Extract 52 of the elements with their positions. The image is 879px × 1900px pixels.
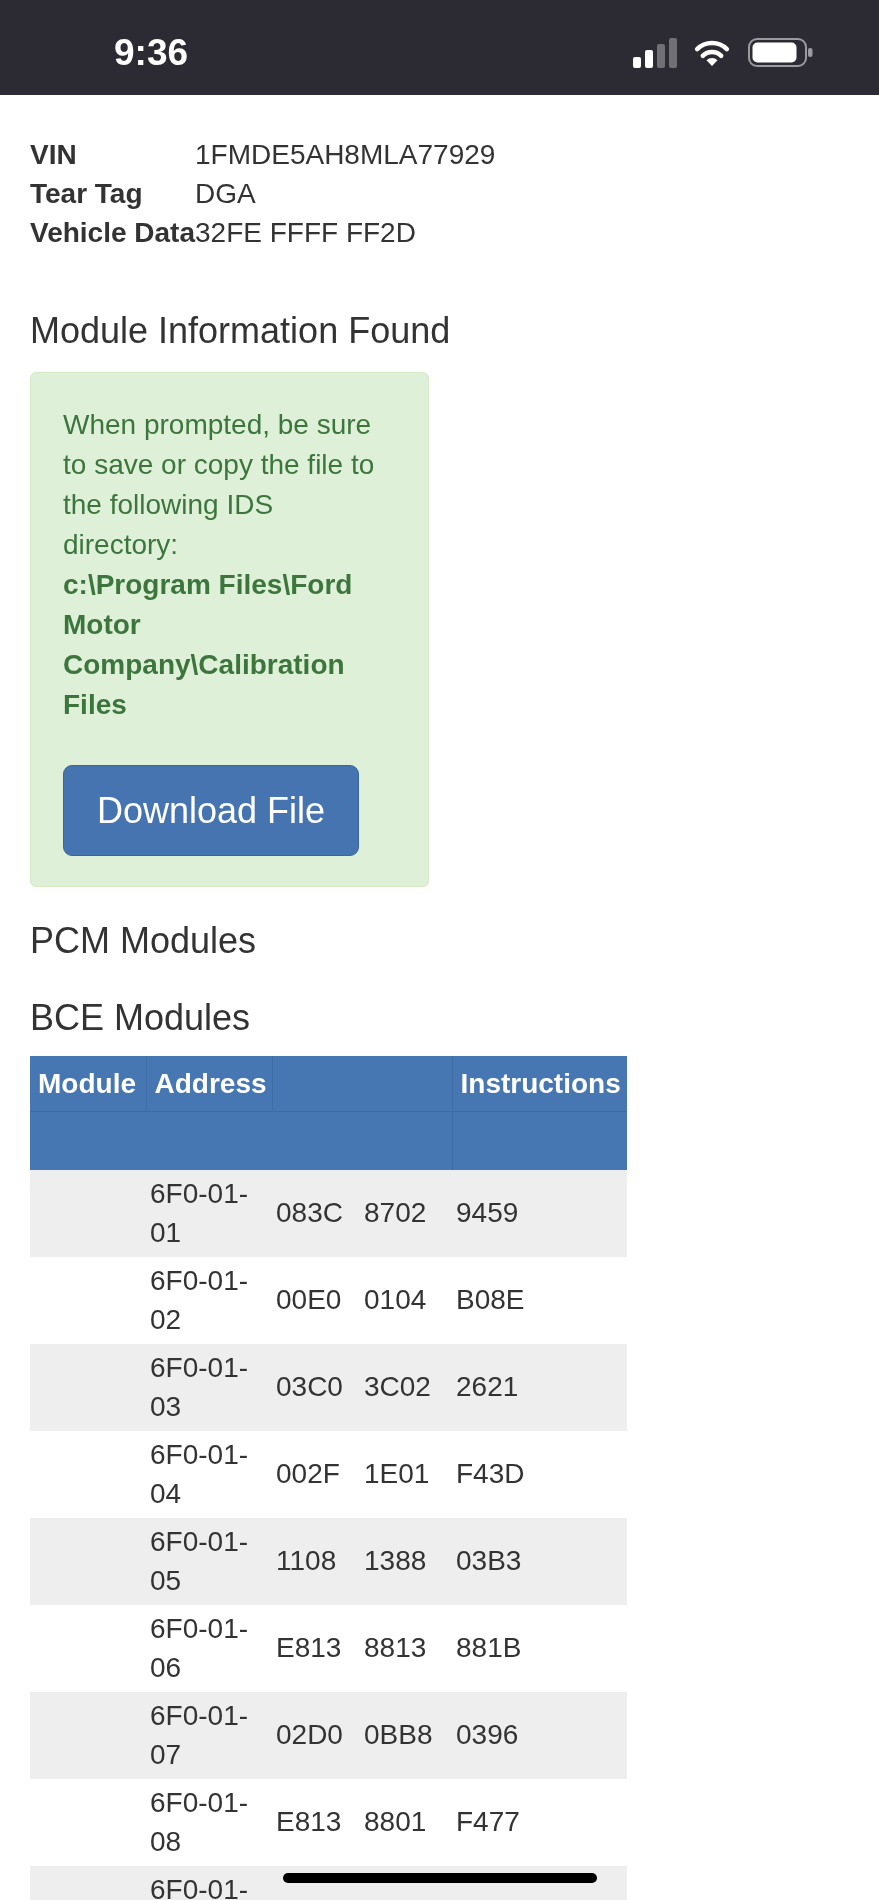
table-cell: 6F0-01-05 — [146, 1517, 272, 1605]
section-heading: Module Information Found — [30, 311, 451, 351]
field-value: 1FMDE5AH8MLA77929 — [195, 138, 496, 172]
table-cell: E813 — [272, 1604, 360, 1692]
table-cell: F43D — [452, 1430, 627, 1518]
table-cell: 00E0 — [272, 1256, 360, 1344]
table-cell: 3C02 — [360, 1343, 452, 1431]
table-cell: 6F0-01-07 — [146, 1691, 272, 1779]
table-cell: 6F0-01-04 — [146, 1430, 272, 1518]
table-cell: 0396 — [452, 1691, 627, 1779]
directory-path: c:\Program Files\Ford Motor Company\Calibration Files — [63, 568, 354, 722]
column-header: Instructions — [452, 1056, 627, 1112]
table-cell: 2621 — [452, 1343, 627, 1431]
table-cell: 1E01 — [360, 1430, 452, 1518]
column-header: Address — [146, 1056, 272, 1112]
column-header: Module — [30, 1056, 146, 1112]
table-cell: 0BB8 — [360, 1691, 452, 1779]
field-label: Tear Tag — [30, 177, 143, 211]
table-cell: 9459 — [452, 1169, 627, 1257]
table-cell: 1108 — [272, 1517, 360, 1605]
table-cell: 03B3 — [452, 1517, 627, 1605]
time-label: 9:36 — [114, 34, 189, 71]
table-cell: E813 — [272, 1778, 360, 1866]
table-cell: 002F — [272, 1430, 360, 1518]
table-cell: 6F0-01- — [146, 1865, 272, 1900]
table-cell: 8813 — [360, 1604, 452, 1692]
section-heading: BCE Modules — [30, 998, 251, 1038]
table-cell: 6F0-01-06 — [146, 1604, 272, 1692]
field-value: 32FE FFFF FF2D — [195, 216, 416, 250]
field-label: Vehicle Data — [30, 216, 195, 250]
table-cell: 6F0-01-01 — [146, 1169, 272, 1257]
table-cell: 083C — [272, 1169, 360, 1257]
wifi-icon — [693, 38, 731, 67]
table-cell: 881B — [452, 1604, 627, 1692]
download-button[interactable]: Download File — [63, 765, 359, 856]
signal-icon — [633, 37, 678, 68]
table-cell: F477 — [452, 1778, 627, 1866]
table-cell: 8702 — [360, 1169, 452, 1257]
battery-icon — [748, 38, 813, 67]
table-cell: B08E — [452, 1256, 627, 1344]
table-cell: 6F0-01-08 — [146, 1778, 272, 1866]
table-cell: 1388 — [360, 1517, 452, 1605]
field-label: VIN — [30, 138, 77, 172]
section-heading: PCM Modules — [30, 921, 257, 961]
table-cell: 03C0 — [272, 1343, 360, 1431]
table-cell: 6F0-01-02 — [146, 1256, 272, 1344]
table-cell: 0104 — [360, 1256, 452, 1344]
alert-message: When prompted, be sure to save or copy the file to the following IDS directory: — [63, 408, 376, 562]
field-value: DGA — [195, 177, 256, 211]
table-cell: 02D0 — [272, 1691, 360, 1779]
table-cell: 8801 — [360, 1778, 452, 1866]
table-cell: 6F0-01-03 — [146, 1343, 272, 1431]
